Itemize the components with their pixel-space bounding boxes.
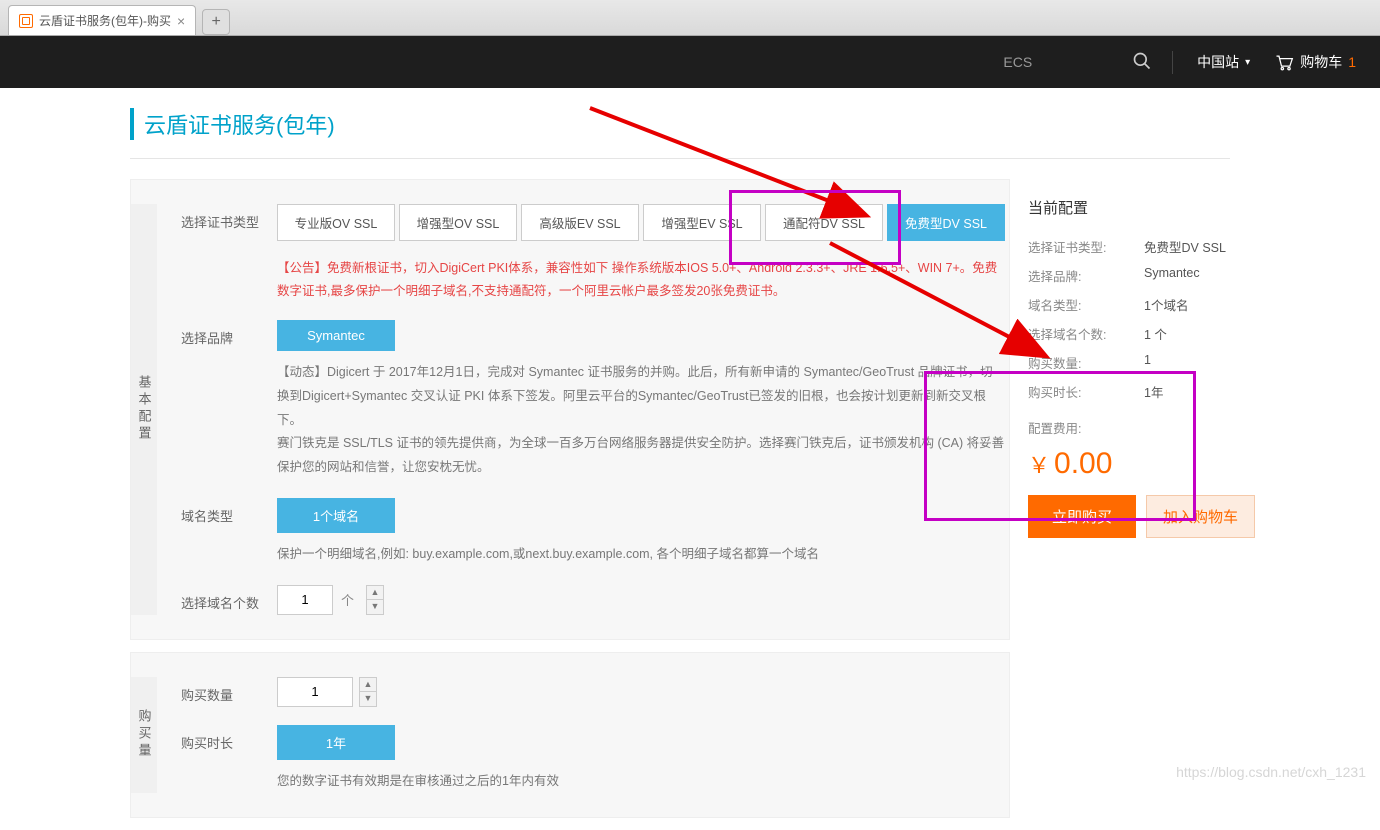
- browser-tab-bar: 云盾证书服务(包年)-购买 × +: [0, 0, 1380, 36]
- tab-ev-ssl-enhanced[interactable]: 增强型EV SSL: [643, 204, 761, 241]
- tab-ov-ssl[interactable]: 专业版OV SSL: [277, 204, 395, 241]
- cfg-brand-value: Symantec: [1144, 266, 1200, 285]
- domain-type-desc: 保护一个明细域名,例如: buy.example.com,或next.buy.e…: [277, 543, 1005, 567]
- qty-spinner: ▲ ▼: [359, 677, 377, 707]
- brand-desc: 【动态】Digicert 于 2017年12月1日，完成对 Symantec 证…: [277, 361, 1005, 480]
- top-nav: ECS 中国站 ▾ 购物车 1: [0, 36, 1380, 88]
- search-box[interactable]: ECS: [1003, 51, 1173, 74]
- qty-label: 购买数量: [181, 677, 277, 704]
- close-icon[interactable]: ×: [177, 13, 185, 29]
- cert-type-label: 选择证书类型: [181, 204, 277, 231]
- cfg-price-value: 0.00: [1054, 447, 1112, 480]
- cfg-brand-label: 选择品牌:: [1028, 266, 1144, 285]
- cfg-qty-value: 1: [1144, 353, 1151, 372]
- qty-input[interactable]: [277, 677, 353, 707]
- region-selector[interactable]: 中国站 ▾: [1197, 52, 1250, 72]
- spinner-up[interactable]: ▲: [360, 678, 376, 692]
- spinner-down[interactable]: ▼: [360, 692, 376, 706]
- cfg-duration-label: 购买时长:: [1028, 382, 1144, 401]
- search-input[interactable]: ECS: [1003, 54, 1032, 70]
- duration-chip[interactable]: 1年: [277, 725, 395, 760]
- add-to-cart-button[interactable]: 加入购物车: [1146, 495, 1255, 538]
- panel-side-label-basic: 基本配置: [131, 204, 157, 615]
- cfg-cert-type-value: 免费型DV SSL: [1144, 237, 1226, 256]
- config-summary: 当前配置 选择证书类型:免费型DV SSL 选择品牌:Symantec 域名类型…: [1028, 179, 1298, 830]
- tab-ov-ssl-enhanced[interactable]: 增强型OV SSL: [399, 204, 517, 241]
- cfg-domain-count-label: 选择域名个数:: [1028, 324, 1144, 343]
- cart-count: 1: [1348, 54, 1356, 70]
- tab-ev-ssl[interactable]: 高级版EV SSL: [521, 204, 639, 241]
- config-title: 当前配置: [1028, 189, 1298, 232]
- basic-config-panel: 基本配置 选择证书类型 专业版OV SSL 增强型OV SSL 高级版EV SS…: [130, 179, 1010, 640]
- brand-chip[interactable]: Symantec: [277, 320, 395, 351]
- cfg-duration-value: 1年: [1144, 382, 1163, 401]
- brand-label: 选择品牌: [181, 320, 277, 347]
- panel-side-label-purchase: 购买量: [131, 677, 157, 794]
- cart-icon: [1274, 53, 1294, 71]
- browser-tab[interactable]: 云盾证书服务(包年)-购买 ×: [8, 5, 196, 35]
- page-title: 云盾证书服务(包年): [130, 108, 1380, 140]
- cart-link[interactable]: 购物车 1: [1274, 52, 1356, 72]
- cfg-fee-label: 配置费用:: [1028, 418, 1144, 437]
- cfg-cert-type-label: 选择证书类型:: [1028, 237, 1144, 256]
- domain-count-spinner: ▲ ▼: [366, 585, 384, 615]
- duration-label: 购买时长: [181, 725, 277, 752]
- cert-type-tabs: 专业版OV SSL 增强型OV SSL 高级版EV SSL 增强型EV SSL …: [277, 204, 1005, 241]
- cart-label: 购物车: [1300, 52, 1342, 72]
- tab-free-dv[interactable]: 免费型DV SSL: [887, 204, 1005, 241]
- divider: [130, 158, 1230, 159]
- duration-desc: 您的数字证书有效期是在审核通过之后的1年内有效: [277, 770, 989, 794]
- domain-count-unit: 个: [341, 590, 354, 609]
- site-icon: [19, 14, 33, 28]
- domain-type-label: 域名类型: [181, 498, 277, 525]
- purchase-panel: 购买量 购买数量 ▲ ▼: [130, 652, 1010, 819]
- tab-title: 云盾证书服务(包年)-购买: [39, 12, 171, 29]
- cert-type-notice: 【公告】免费新根证书，切入DigiCert PKI体系，兼容性如下 操作系统版本…: [277, 257, 1005, 302]
- tab-wildcard-dv[interactable]: 通配符DV SSL: [765, 204, 883, 241]
- spinner-down[interactable]: ▼: [367, 600, 383, 614]
- spinner-up[interactable]: ▲: [367, 586, 383, 600]
- buy-now-button[interactable]: 立即购买: [1028, 495, 1136, 538]
- cfg-qty-label: 购买数量:: [1028, 353, 1144, 372]
- cfg-domain-type-label: 域名类型:: [1028, 295, 1144, 314]
- cfg-domain-count-value: 1 个: [1144, 324, 1167, 343]
- watermark: https://blog.csdn.net/cxh_1231: [1176, 764, 1366, 780]
- search-icon[interactable]: [1132, 51, 1152, 74]
- cfg-domain-type-value: 1个域名: [1144, 295, 1188, 314]
- domain-type-chip[interactable]: 1个域名: [277, 498, 395, 533]
- region-label: 中国站: [1197, 52, 1239, 72]
- cfg-price: ￥0.00: [1028, 447, 1298, 481]
- domain-count-input[interactable]: [277, 585, 333, 615]
- new-tab-button[interactable]: +: [202, 9, 230, 35]
- domain-count-label: 选择域名个数: [181, 585, 277, 612]
- chevron-down-icon: ▾: [1245, 57, 1250, 68]
